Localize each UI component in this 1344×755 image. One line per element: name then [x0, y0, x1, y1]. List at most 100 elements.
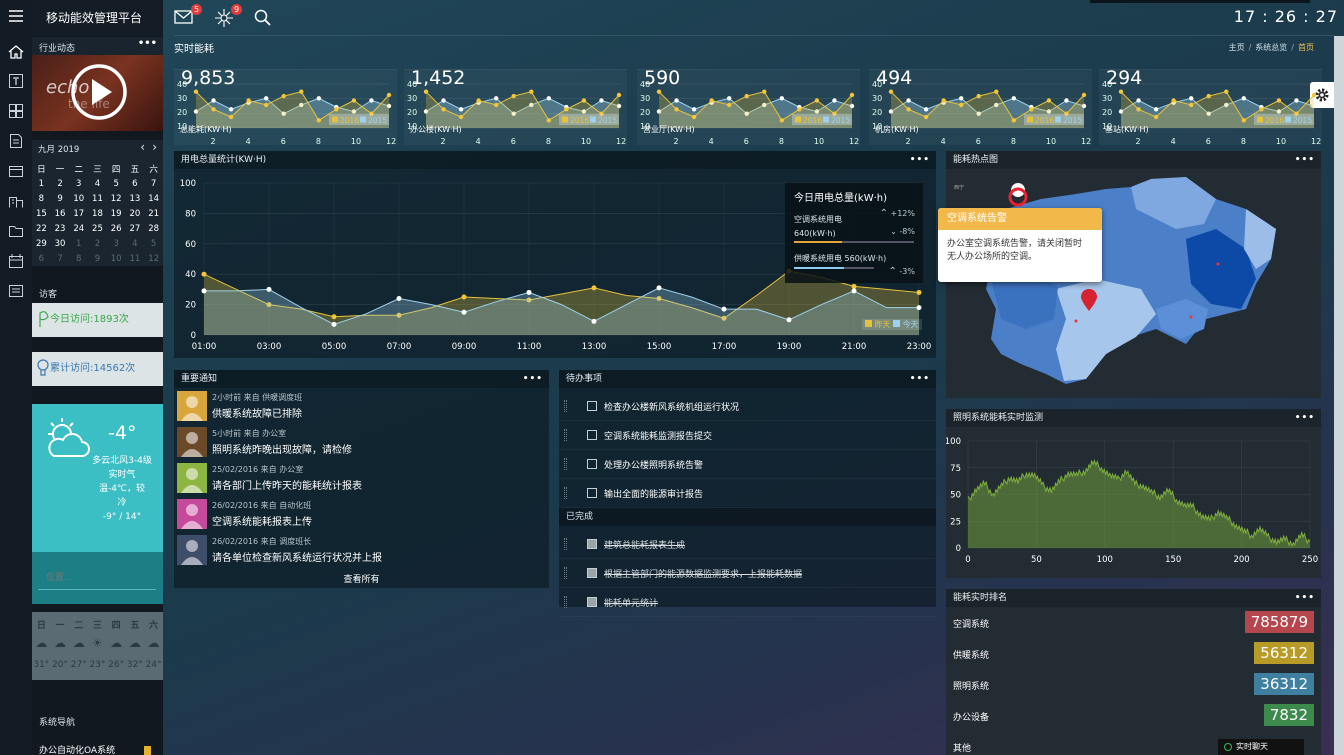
mail-button[interactable]: 5: [174, 4, 202, 30]
nav-item-oa[interactable]: 办公自动化OA系统: [32, 742, 163, 755]
calendar-day[interactable]: 6: [126, 176, 145, 191]
card-icon[interactable]: [0, 157, 32, 185]
calendar-day[interactable]: 3: [69, 176, 88, 191]
calendar-day[interactable]: 7: [144, 176, 163, 191]
notices-more-icon[interactable]: •••: [523, 370, 543, 388]
text-icon[interactable]: [0, 67, 32, 95]
calendar-day[interactable]: 8: [69, 251, 88, 266]
mini-point: [762, 89, 767, 94]
play-icon[interactable]: [70, 63, 128, 121]
drag-handle-icon[interactable]: [564, 458, 567, 470]
location-input[interactable]: [38, 566, 156, 590]
calendar-day[interactable]: 16: [51, 206, 70, 221]
search-button[interactable]: [254, 6, 280, 30]
notice-item[interactable]: 26/02/2016 来自 调度班长 请各单位检查新风系统运行状况并上报: [174, 532, 549, 568]
drag-handle-icon[interactable]: [564, 429, 567, 441]
calendar-day[interactable]: 11: [88, 191, 107, 206]
drag-handle-icon[interactable]: [564, 487, 567, 499]
calendar-day[interactable]: 9: [51, 191, 70, 206]
calendar-day[interactable]: 5: [144, 236, 163, 251]
chat-button[interactable]: 实时聊天: [1218, 739, 1304, 755]
todo-checkbox[interactable]: [587, 597, 597, 607]
building-icon[interactable]: [0, 187, 32, 215]
calendar-prev-icon[interactable]: ‹: [140, 140, 145, 154]
breadcrumb-home[interactable]: 主页: [1229, 43, 1245, 52]
calendar-day[interactable]: 15: [32, 206, 51, 221]
calendar-day[interactable]: 2: [88, 236, 107, 251]
calendar-day[interactable]: 1: [69, 236, 88, 251]
calendar-day[interactable]: 3: [107, 236, 126, 251]
calendar-day[interactable]: 8: [32, 191, 51, 206]
main-chart-more-icon[interactable]: •••: [910, 151, 930, 169]
grid-icon[interactable]: [0, 97, 32, 125]
todo-checkbox[interactable]: [587, 401, 597, 411]
calendar-day[interactable]: 14: [144, 191, 163, 206]
calendar-day[interactable]: 1: [32, 176, 51, 191]
map-label-top: 西宁: [954, 184, 964, 191]
calendar-day[interactable]: 10: [69, 191, 88, 206]
menu-icon[interactable]: [0, 2, 32, 30]
calendar-day[interactable]: 30: [51, 236, 70, 251]
calendar-icon[interactable]: [0, 247, 32, 275]
calendar-day[interactable]: 7: [51, 251, 70, 266]
lighting-more-icon[interactable]: •••: [1295, 409, 1315, 427]
mini-label: 营业厅(KW·H): [643, 124, 695, 134]
drag-handle-icon[interactable]: [564, 538, 567, 550]
calendar-day[interactable]: 11: [126, 251, 145, 266]
calendar-day[interactable]: 17: [69, 206, 88, 221]
calendar-day[interactable]: 28: [144, 221, 163, 236]
calendar-day[interactable]: 18: [88, 206, 107, 221]
calendar-day[interactable]: 25: [88, 221, 107, 236]
page-scrollbar[interactable]: [1334, 36, 1344, 755]
calendar-day[interactable]: 24: [69, 221, 88, 236]
calendar-day[interactable]: 23: [51, 221, 70, 236]
notice-item[interactable]: 2小时前 来自 供暖调度班 供暖系统故障已排除: [174, 388, 549, 424]
drag-handle-icon[interactable]: [564, 596, 567, 608]
calendar-day[interactable]: 2: [51, 176, 70, 191]
calendar-day[interactable]: 26: [107, 221, 126, 236]
drag-handle-icon[interactable]: [564, 567, 567, 579]
calendar-day[interactable]: 27: [126, 221, 145, 236]
calendar-day[interactable]: 4: [88, 176, 107, 191]
calendar-next-icon[interactable]: ›: [152, 140, 157, 154]
calendar-day[interactable]: 21: [144, 206, 163, 221]
todo-more-icon[interactable]: •••: [910, 370, 930, 388]
folder-icon[interactable]: [0, 217, 32, 245]
calendar-day[interactable]: 13: [126, 191, 145, 206]
calendar-day[interactable]: 29: [32, 236, 51, 251]
calendar-day[interactable]: 6: [32, 251, 51, 266]
calendar-day[interactable]: 12: [107, 191, 126, 206]
ranking-more-icon[interactable]: •••: [1295, 589, 1315, 607]
drag-handle-icon[interactable]: [564, 400, 567, 412]
tasks-button[interactable]: 9: [214, 4, 242, 30]
list-icon[interactable]: [0, 277, 32, 305]
calendar-day[interactable]: 12: [144, 251, 163, 266]
notice-item[interactable]: 5小时前 来自 办公室 照明系统昨晚出现故障，请检修: [174, 424, 549, 460]
home-icon[interactable]: [0, 38, 32, 66]
calendar-day[interactable]: 5: [107, 176, 126, 191]
calendar-weekday: 一: [55, 165, 65, 175]
mini-xtick: 4: [941, 137, 946, 146]
calendar-day[interactable]: 4: [126, 236, 145, 251]
mini-point: [1188, 96, 1194, 101]
calendar-day[interactable]: 9: [88, 251, 107, 266]
calendar-day[interactable]: 20: [126, 206, 145, 221]
avatar: [177, 499, 207, 529]
calendar-day[interactable]: 22: [32, 221, 51, 236]
notice-item[interactable]: 25/02/2016 来自 办公室 请各部门上传昨天的能耗统计报表: [174, 460, 549, 496]
todo-checkbox[interactable]: [587, 568, 597, 578]
main-point: [851, 283, 857, 289]
todo-checkbox[interactable]: [587, 488, 597, 498]
news-more-icon[interactable]: •••: [138, 38, 157, 49]
todo-checkbox[interactable]: [587, 459, 597, 469]
calendar-day[interactable]: 19: [107, 206, 126, 221]
news-video[interactable]: echo the life: [32, 55, 163, 131]
calendar-day[interactable]: 10: [107, 251, 126, 266]
notice-item[interactable]: 26/02/2016 来自 自动化班 空调系统能耗报表上传: [174, 496, 549, 532]
todo-checkbox[interactable]: [587, 539, 597, 549]
todo-checkbox[interactable]: [587, 430, 597, 440]
map-more-icon[interactable]: •••: [1295, 151, 1315, 169]
document-icon[interactable]: [0, 127, 32, 155]
breadcrumb-overview[interactable]: 系统总览: [1255, 43, 1287, 52]
view-all-link[interactable]: 查看所有: [174, 572, 549, 588]
